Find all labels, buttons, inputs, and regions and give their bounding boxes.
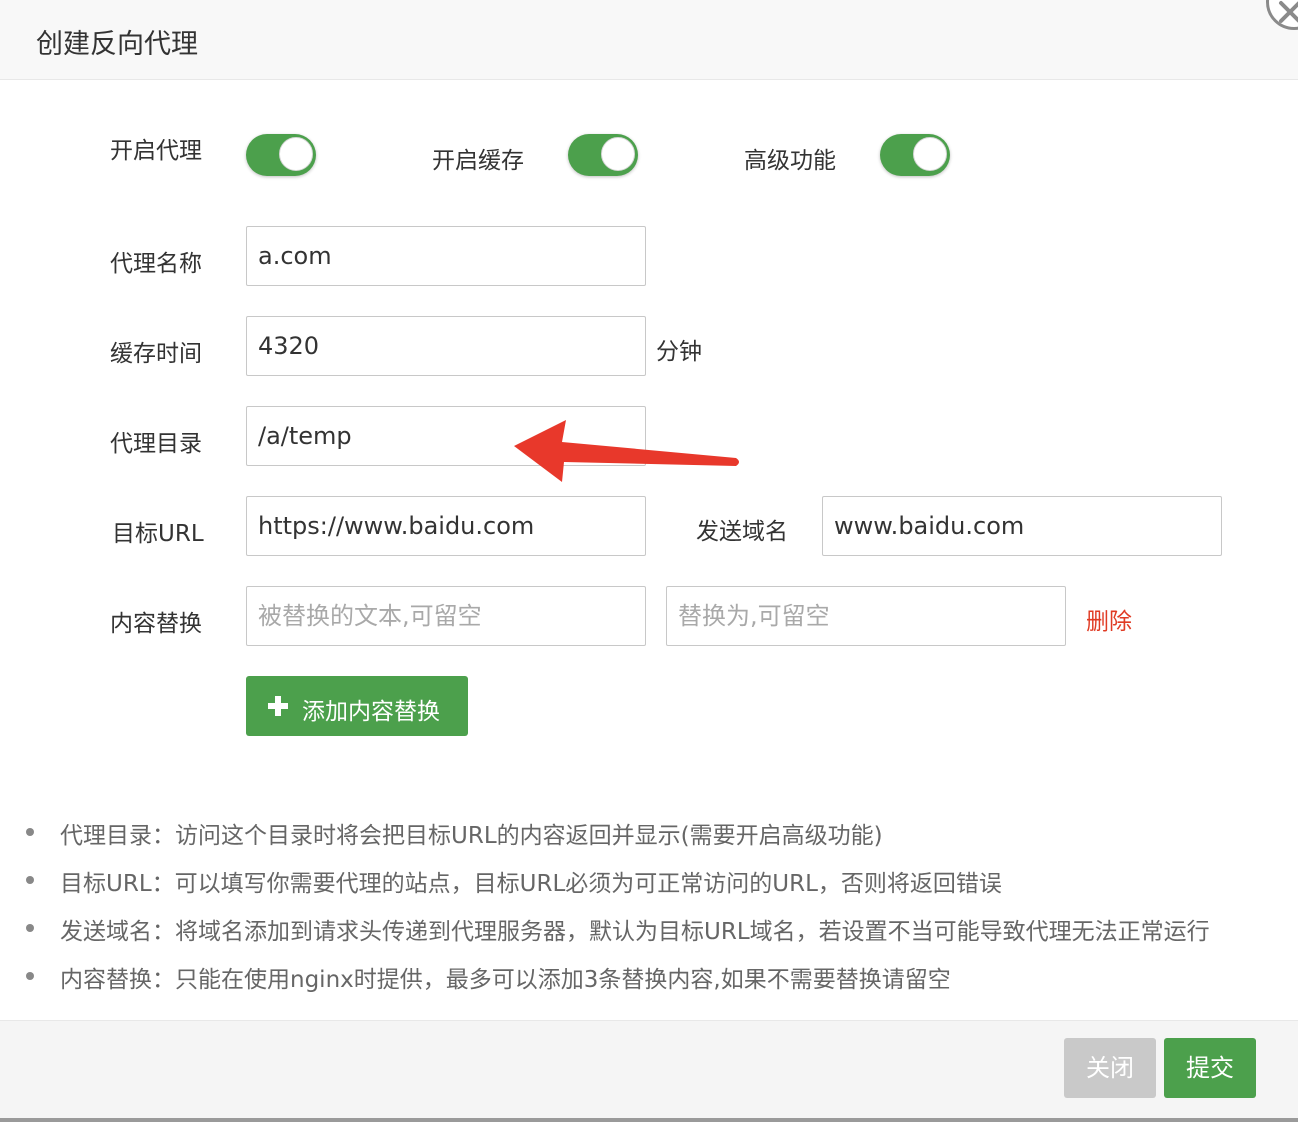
- advanced-enable-toggle[interactable]: [880, 134, 950, 176]
- cache-time-label: 缓存时间: [110, 341, 202, 367]
- replace-from-input[interactable]: [246, 586, 646, 646]
- submit-button[interactable]: 提交: [1164, 1038, 1256, 1098]
- bullet-dot: [26, 876, 34, 884]
- bullet-dot: [26, 972, 34, 980]
- note-item: 目标URL：可以填写你需要代理的站点，目标URL必须为可正常访问的URL，否则将…: [60, 871, 1002, 897]
- add-content-replace-button[interactable]: 添加内容替换: [246, 676, 468, 736]
- dialog-header: 创建反向代理: [0, 0, 1298, 80]
- toggle-label-advanced: 高级功能: [744, 148, 836, 174]
- cache-time-unit: 分钟: [656, 339, 702, 365]
- proxy-dir-label: 代理目录: [110, 431, 202, 457]
- proxy-dir-input[interactable]: [246, 406, 646, 466]
- proxy-enable-toggle[interactable]: [246, 134, 316, 176]
- delete-replace-link[interactable]: 删除: [1086, 602, 1132, 636]
- dialog-title: 创建反向代理: [36, 29, 198, 60]
- x-mark-icon: [1279, 1, 1298, 23]
- note-item: 内容替换：只能在使用nginx时提供，最多可以添加3条替换内容,如果不需要替换请…: [60, 967, 951, 993]
- content-replace-label: 内容替换: [110, 611, 202, 637]
- toggle-label-cache: 开启缓存: [432, 148, 524, 174]
- add-content-replace-label: 添加内容替换: [302, 699, 440, 725]
- cache-enable-toggle[interactable]: [568, 134, 638, 176]
- toggle-knob: [279, 137, 313, 171]
- target-url-input[interactable]: [246, 496, 646, 556]
- annotation-arrow-icon: [514, 420, 739, 482]
- plus-icon: [268, 696, 288, 716]
- send-domain-input[interactable]: [822, 496, 1222, 556]
- proxy-name-label: 代理名称: [110, 251, 202, 277]
- toggle-label-proxy: 开启代理: [110, 138, 202, 164]
- replace-to-input[interactable]: [666, 586, 1066, 646]
- dialog-bottom-border: [0, 1118, 1298, 1122]
- target-url-label: 目标URL: [112, 521, 204, 547]
- note-item: 发送域名：将域名添加到请求头传递到代理服务器，默认为目标URL域名，若设置不当可…: [60, 919, 1210, 945]
- proxy-name-input[interactable]: [246, 226, 646, 286]
- bullet-dot: [26, 924, 34, 932]
- toggle-knob: [601, 137, 635, 171]
- bullet-dot: [26, 828, 34, 836]
- cache-time-input[interactable]: [246, 316, 646, 376]
- note-item: 代理目录：访问这个目录时将会把目标URL的内容返回并显示(需要开启高级功能): [60, 823, 883, 849]
- toggle-knob: [913, 137, 947, 171]
- send-domain-label: 发送域名: [696, 519, 788, 545]
- close-button[interactable]: 关闭: [1064, 1038, 1156, 1098]
